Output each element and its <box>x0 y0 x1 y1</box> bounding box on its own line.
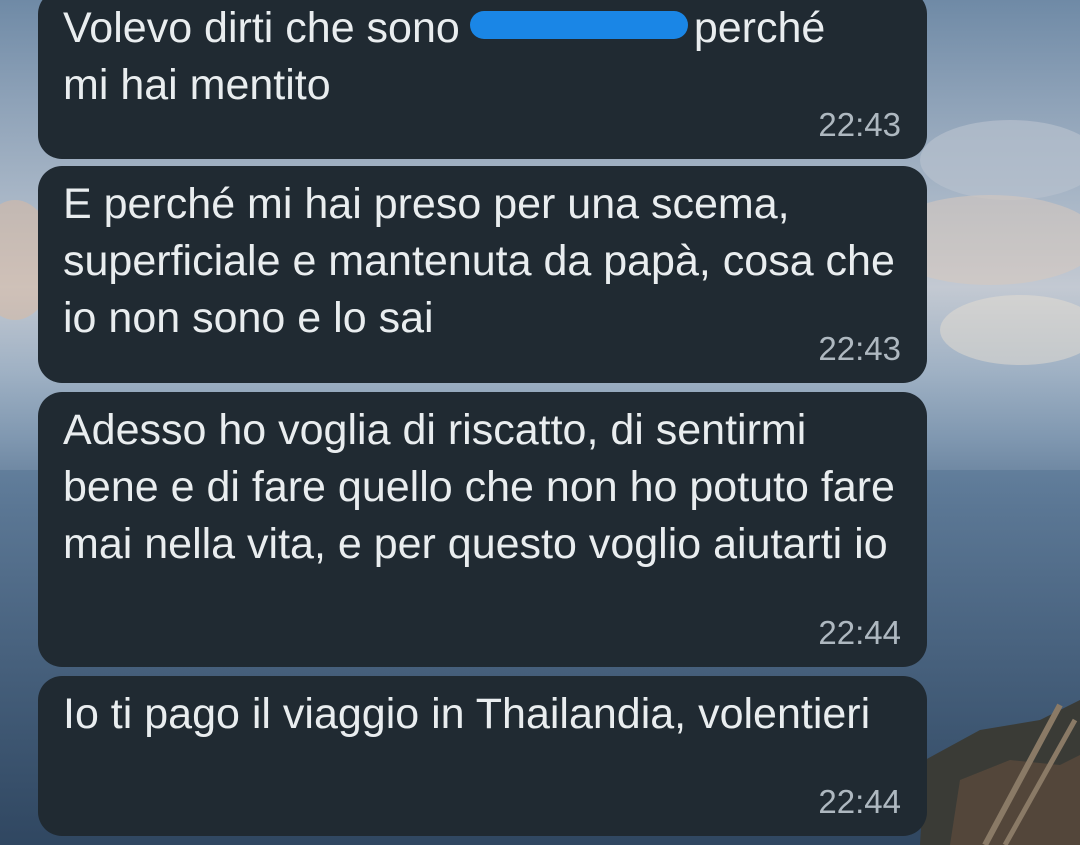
message-timestamp: 22:44 <box>818 783 901 820</box>
message-timestamp: 22:43 <box>818 106 901 143</box>
message-bubble[interactable]: Adesso ho voglia di riscatto, di sentirm… <box>38 392 927 667</box>
message-text: Io ti pago il viaggio in Thailandia, vol… <box>63 690 871 738</box>
message-timestamp: 22:43 <box>818 330 901 367</box>
redaction-scribble-icon <box>469 10 688 39</box>
message-text: Volevo dirti che sono perché mi hai menti… <box>63 4 826 109</box>
message-text: E perché mi hai preso per una scema, sup… <box>63 180 907 342</box>
message-bubble[interactable]: E perché mi hai preso per una scema, sup… <box>38 166 927 383</box>
message-text: Adesso ho voglia di riscatto, di sentirm… <box>63 406 907 568</box>
message-timestamp: 22:44 <box>818 614 901 651</box>
message-bubble[interactable]: Volevo dirti che sono perché mi hai menti… <box>38 0 927 159</box>
message-bubble[interactable]: Io ti pago il viaggio in Thailandia, vol… <box>38 676 927 836</box>
